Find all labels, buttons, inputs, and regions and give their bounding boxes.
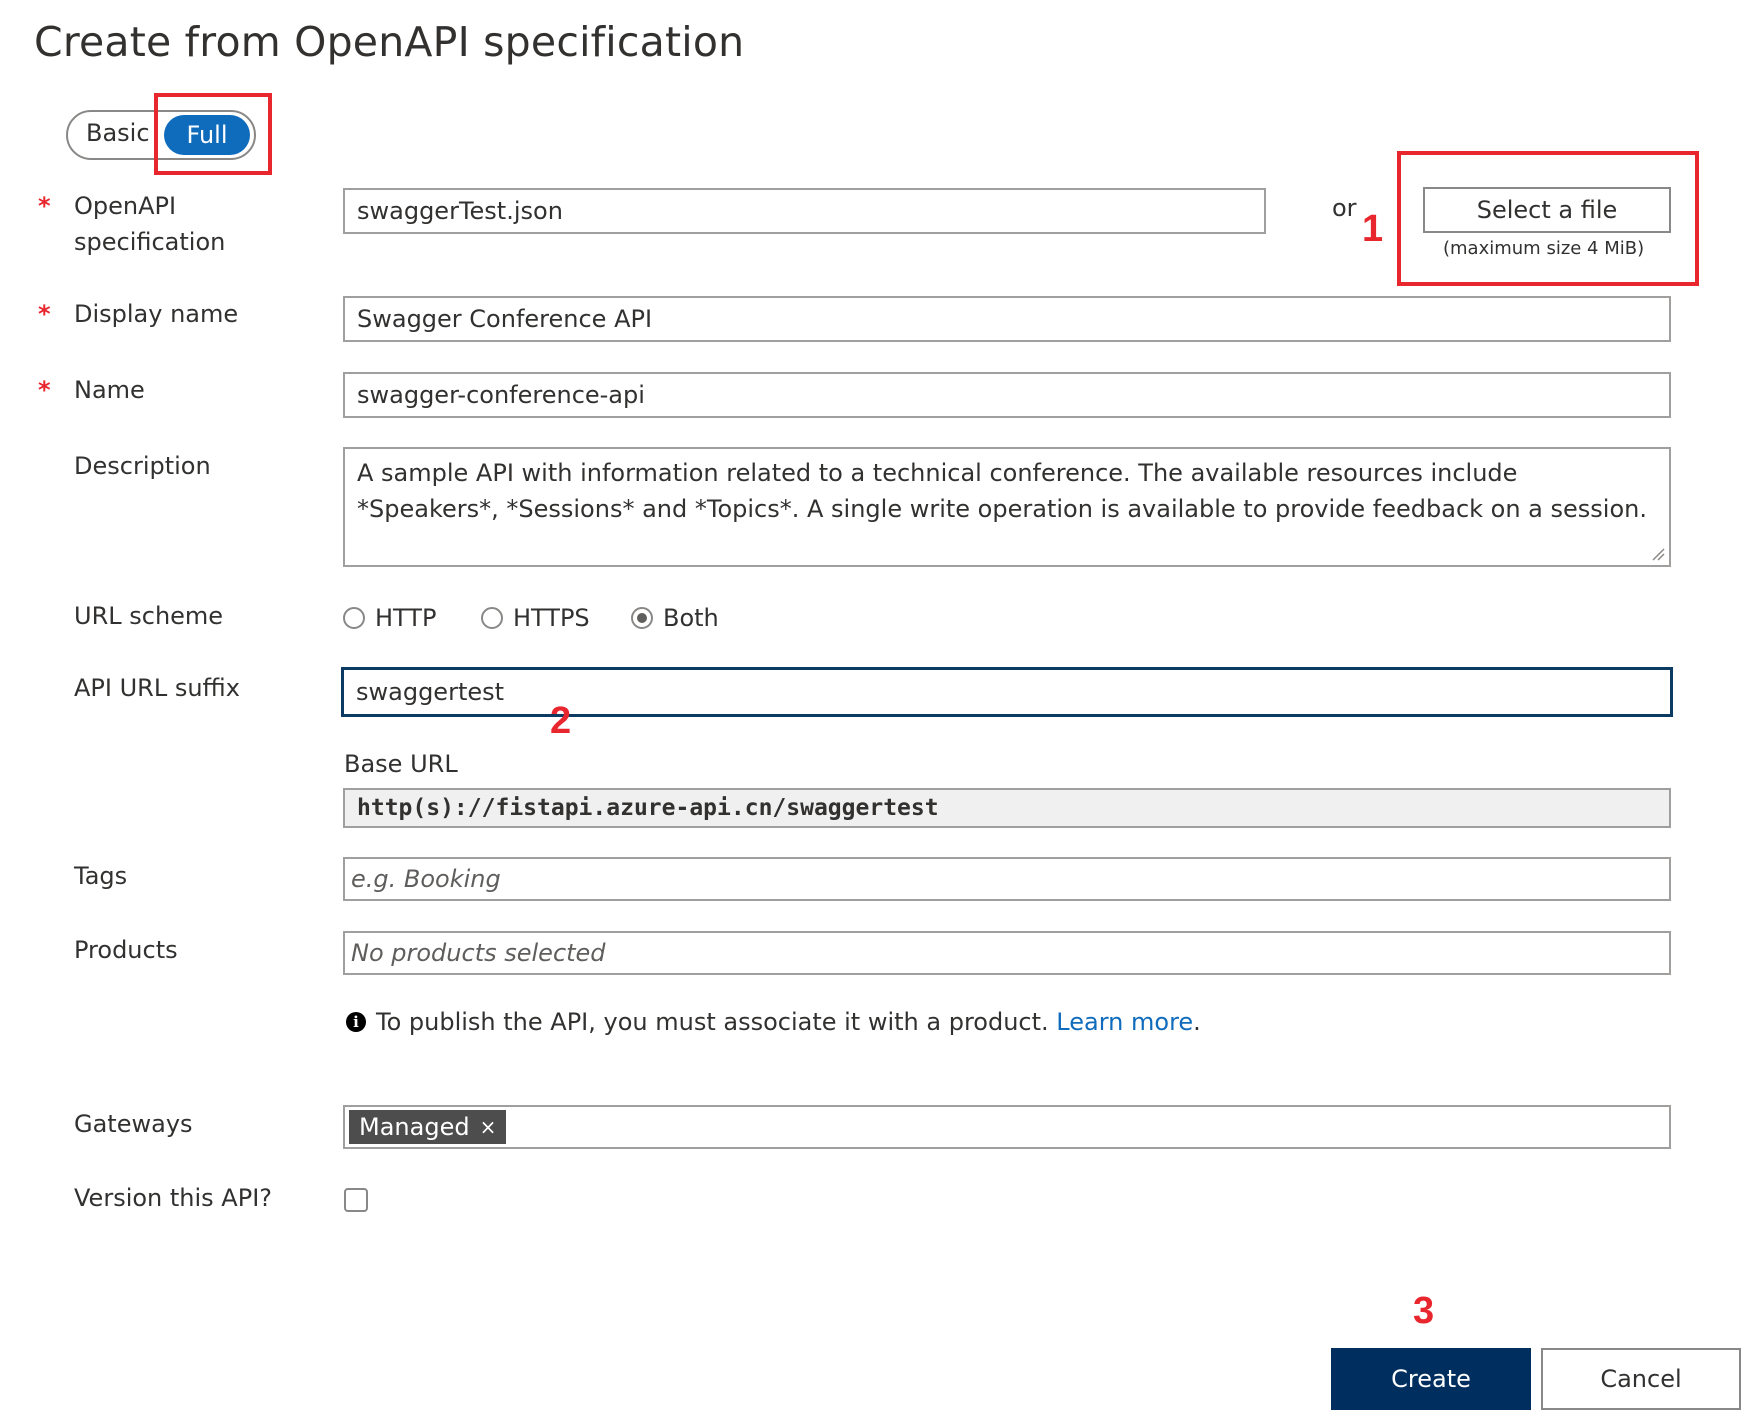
name-input[interactable]: swagger-conference-api (343, 372, 1671, 418)
base-url-label: Base URL (344, 750, 458, 778)
max-size-hint: (maximum size 4 MiB) (1443, 238, 1645, 259)
info-suffix: . (1193, 1008, 1201, 1036)
remove-chip-icon[interactable]: × (480, 1110, 497, 1144)
toggle-option-basic[interactable]: Basic (86, 119, 150, 147)
annotation-step-3: 3 (1413, 1290, 1435, 1332)
products-info-text: To publish the API, you must associate i… (376, 1008, 1049, 1036)
version-label: Version this API? (74, 1184, 273, 1212)
openapi-spec-label-line2: specification (74, 228, 226, 256)
radio-circle-icon (481, 607, 503, 629)
annotation-highlight-full (154, 93, 272, 175)
or-text: or (1332, 194, 1357, 222)
gateways-input[interactable]: Managed × (343, 1105, 1671, 1149)
radio-http[interactable]: HTTP (343, 604, 436, 632)
annotation-step-1: 1 (1362, 208, 1384, 250)
tags-label: Tags (74, 862, 128, 890)
description-text: A sample API with information related to… (357, 459, 1647, 523)
info-icon: i (346, 1012, 366, 1032)
cancel-button[interactable]: Cancel (1541, 1348, 1741, 1410)
openapi-spec-label: OpenAPI specification (74, 188, 225, 260)
required-marker: * (38, 300, 51, 328)
display-name-input[interactable]: Swagger Conference API (343, 296, 1671, 342)
select-file-button[interactable]: Select a file (1423, 187, 1671, 233)
radio-selected-icon (631, 607, 653, 629)
radio-https[interactable]: HTTPS (481, 604, 590, 632)
url-scheme-label: URL scheme (74, 602, 224, 630)
gateway-chip: Managed × (349, 1110, 507, 1144)
resize-handle-icon[interactable] (1651, 547, 1665, 561)
description-label: Description (74, 452, 211, 480)
description-textarea[interactable]: A sample API with information related to… (343, 447, 1671, 567)
name-label: Name (74, 376, 145, 404)
base-url-readonly: http(s)://fistapi.azure-api.cn/swaggerte… (343, 788, 1671, 828)
create-button[interactable]: Create (1331, 1348, 1531, 1410)
radio-both[interactable]: Both (631, 604, 719, 632)
radio-both-label: Both (663, 604, 719, 632)
products-label: Products (74, 936, 178, 964)
version-checkbox[interactable] (344, 1188, 368, 1212)
radio-https-label: HTTPS (513, 604, 590, 632)
products-info: i To publish the API, you must associate… (346, 1008, 1201, 1036)
annotation-step-2: 2 (550, 700, 572, 742)
page-title: Create from OpenAPI specification (34, 18, 745, 66)
tags-input[interactable]: e.g. Booking (343, 857, 1671, 901)
required-marker: * (38, 192, 51, 220)
learn-more-link[interactable]: Learn more (1056, 1008, 1193, 1036)
api-url-suffix-input[interactable]: swaggertest (341, 667, 1673, 717)
openapi-spec-input[interactable]: swaggerTest.json (343, 188, 1266, 234)
gateway-chip-label: Managed (359, 1113, 470, 1141)
required-marker: * (38, 376, 51, 404)
api-url-suffix-label: API URL suffix (74, 674, 240, 702)
gateways-label: Gateways (74, 1110, 193, 1138)
openapi-spec-label-line1: OpenAPI (74, 192, 177, 220)
radio-http-label: HTTP (375, 604, 437, 632)
products-input[interactable]: No products selected (343, 931, 1671, 975)
display-name-label: Display name (74, 300, 239, 328)
radio-circle-icon (343, 607, 365, 629)
